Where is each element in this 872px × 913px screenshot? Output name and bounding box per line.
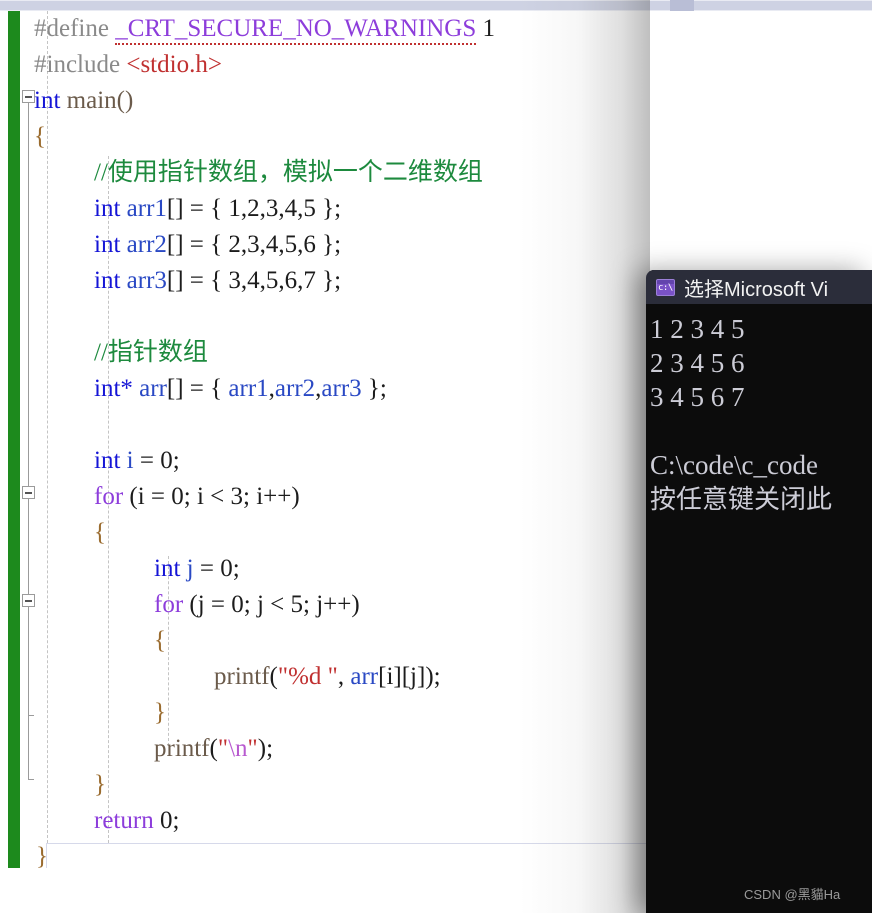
watermark: CSDN @黑貓Ha [744,887,841,902]
code-line-8[interactable]: int arr3[] = { 3,4,5,6,7 }; [94,263,341,299]
code-line-7[interactable]: int arr2[] = { 2,3,4,5,6 }; [94,227,341,263]
code-line-9-blank[interactable] [94,299,100,335]
token-open-brace-inner: { [154,627,166,654]
token-arr2-init: [] = { 2,3,4,5,6 }; [166,231,342,258]
code-line-16[interactable]: int j = 0; [154,551,240,587]
token-for-inner-cond: (j = 0; j < 5; j++) [183,591,360,618]
token-arr-ref: arr [350,663,379,690]
token-header: <stdio.h> [126,51,222,78]
horizontal-scrollbar[interactable] [0,0,872,11]
token-subscripts: [i][j] [378,663,426,690]
token-printf: printf [154,735,210,762]
token-int: int [154,555,181,582]
token-arr3: arr3 [126,267,167,294]
token-i: i [126,447,134,474]
code-line-6[interactable]: int arr1[] = { 1,2,3,4,5 }; [94,191,341,227]
token-ref-arr2: arr2 [274,375,316,402]
console-title-text: 选择Microsoft Vi [684,278,829,301]
code-line-21[interactable]: printf("\n"); [154,731,273,767]
token-paren-close: ); [257,735,274,762]
token-arr2: arr2 [126,231,167,258]
token-paren-open: ( [269,663,278,690]
token-quote-close: " [247,735,258,762]
console-output-blank-line [650,414,872,448]
code-line-23[interactable]: return 0; [94,803,179,839]
code-line-10[interactable]: //指针数组 [94,335,208,371]
token-for-outer: for [94,483,124,510]
token-main: main() [66,87,134,114]
token-comment-2: //指针数组 [94,339,208,366]
token-newline-escape: \n [228,735,248,762]
token-open-brace-outer: { [94,519,106,546]
token-int: int [94,267,121,294]
token-arr3-init: [] = { 3,4,5,6,7 }; [166,267,342,294]
token-macro-name: _CRT_SECURE_NO_WARNINGS [115,15,477,45]
code-line-17[interactable]: for (j = 0; j < 5; j++) [154,587,360,623]
code-line-4[interactable]: { [34,119,46,155]
console-output-line: 1 2 3 4 5 [650,314,745,344]
code-line-13[interactable]: int i = 0; [94,443,180,479]
token-j: j [186,555,194,582]
token-close-brace-main: } [36,843,48,868]
token-int: int [94,231,121,258]
token-arr1: arr1 [126,195,167,222]
code-line-12-blank[interactable] [94,407,100,443]
token-for-inner: for [154,591,184,618]
console-icon-glyph: c:\ [658,282,673,293]
code-line-3[interactable]: int main() [34,83,133,119]
token-quote-open: " [217,735,229,762]
console-title-bar[interactable]: c:\ 选择Microsoft Vi [646,270,872,304]
code-line-22[interactable]: } [94,767,106,803]
console-window[interactable]: c:\ 选择Microsoft Vi 1 2 3 4 5 2 3 4 5 6 3… [646,270,872,913]
token-define: #define [34,15,109,42]
token-open-brace-main: { [34,123,46,150]
token-i-init: = 0; [133,447,180,474]
console-output-area[interactable]: 1 2 3 4 5 2 3 4 5 6 3 4 5 6 7 C:\code\c_… [646,304,872,913]
token-int: int [34,87,61,114]
console-output-path-line: C:\code\c_code [650,450,818,480]
console-cmd-icon: c:\ [656,278,675,296]
code-line-1[interactable]: #define _CRT_SECURE_NO_WARNINGS 1 [34,11,495,47]
token-arg-comma: , [337,663,351,690]
token-return-value: 0; [153,807,180,834]
token-paren-close: ); [425,663,441,690]
token-include: #include [34,51,121,78]
console-output-line: 3 4 5 6 7 [650,382,745,412]
token-macro-value: 1 [482,15,496,42]
token-int-ptr: int* [94,375,133,402]
code-line-14[interactable]: for (i = 0; i < 3; i++) [94,479,300,515]
token-paren-open: ( [209,735,218,762]
code-line-18[interactable]: { [154,623,166,659]
console-output-prompt-line: 按任意键关闭此 [650,484,833,514]
code-line-2[interactable]: #include <stdio.h> [34,47,222,83]
token-j-init: = 0; [193,555,240,582]
token-arr: arr [139,375,167,402]
code-line-20[interactable]: } [154,695,166,731]
scrollbar-thumb[interactable] [670,0,694,11]
token-for-outer-cond: (i = 0; i < 3; i++) [123,483,300,510]
token-format-string: "%d " [277,663,338,690]
code-line-5[interactable]: //使用指针数组，模拟一个二维数组 [94,155,483,191]
token-int: int [94,195,121,222]
token-comment-1: //使用指针数组，模拟一个二维数组 [94,159,483,186]
console-output-line: 2 3 4 5 6 [650,348,745,378]
token-printf: printf [214,663,270,690]
token-close-brace-outer: } [94,771,106,798]
screen-root: #define _CRT_SECURE_NO_WARNINGS 1 #inclu… [0,0,872,913]
code-line-24[interactable]: } [36,839,48,868]
code-line-11[interactable]: int* arr[] = { arr1,arr2,arr3 }; [94,371,387,407]
token-return: return [94,807,154,834]
scrollbar-track[interactable] [0,1,872,10]
token-arr-close: }; [361,375,387,402]
token-arr1-init: [] = { 1,2,3,4,5 }; [166,195,342,222]
token-ref-arr1: arr1 [228,375,269,402]
code-line-19[interactable]: printf("%d ", arr[i][j]); [214,659,441,695]
token-arr-open: [] = { [166,375,229,402]
token-ref-arr3: arr3 [321,375,362,402]
token-int: int [94,447,121,474]
token-close-brace-inner: } [154,699,166,726]
code-line-15[interactable]: { [94,515,106,551]
